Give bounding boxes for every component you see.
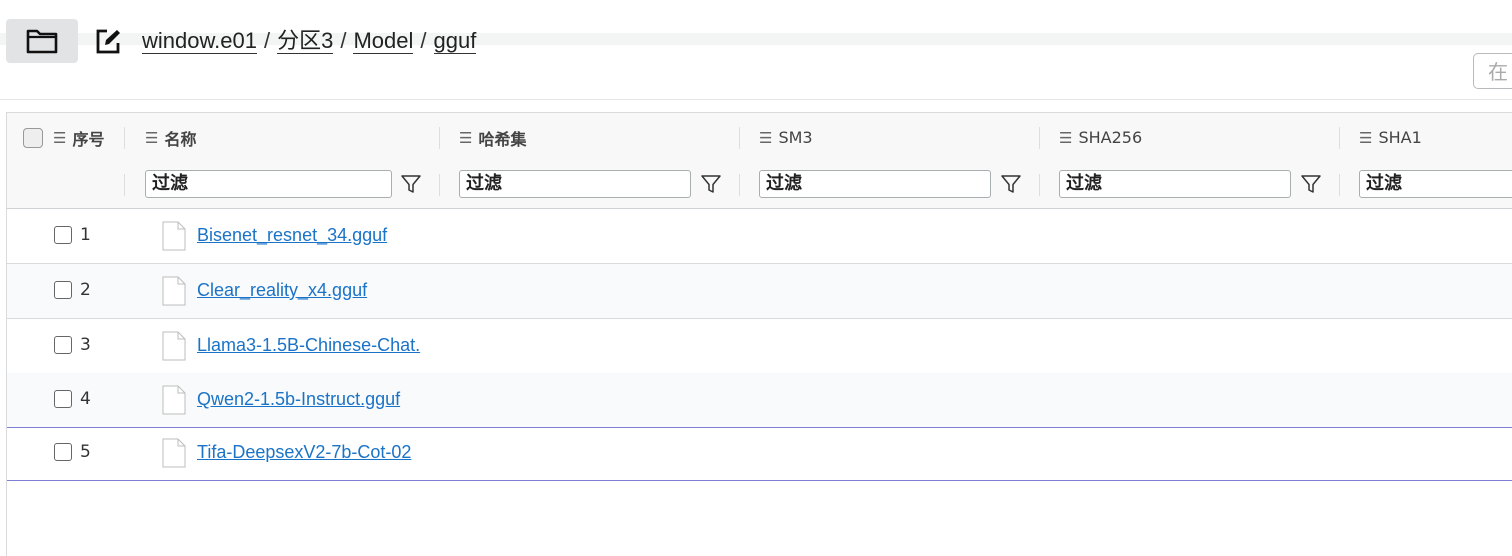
column-divider [1339,174,1340,196]
row-index-cell: 3 [54,335,91,355]
filter-cell-sha1: 过滤 [1359,170,1512,200]
filter-icon[interactable] [1299,172,1323,196]
breadcrumb-item-model[interactable]: Model [353,28,414,54]
folder-icon [26,29,58,54]
file-name-link[interactable]: Tifa-DeepsexV2-7b-Cot-02 [197,442,447,463]
filter-cell-name: 过滤 [145,170,425,200]
column-divider[interactable] [1339,127,1340,149]
column-header-label: SHA256 [1078,128,1143,147]
column-menu-icon: ☰ [145,128,159,147]
row-checkbox[interactable] [54,281,72,299]
edit-button[interactable] [90,24,126,60]
breadcrumb: window.e01 / 分区3 / Model / gguf [142,26,477,56]
column-menu-icon: ☰ [53,128,67,147]
row-checkbox[interactable] [54,443,72,461]
search-input[interactable]: 在 [1473,53,1512,89]
file-icon [162,385,186,415]
row-index: 1 [80,225,91,245]
row-index-cell: 4 [54,389,91,409]
column-header-index[interactable]: ☰ 序号 [53,113,104,162]
column-header-name[interactable]: ☰ 名称 [145,113,196,162]
column-header-hashset[interactable]: ☰ 哈希集 [459,113,526,162]
column-divider [124,174,125,196]
column-header-sha1[interactable]: ☰ SHA1 [1359,113,1422,162]
column-divider[interactable] [439,127,440,149]
column-header-label: SHA1 [1378,128,1422,147]
table-row[interactable]: 3 Llama3-1.5B-Chinese-Chat. [7,319,1512,374]
row-checkbox[interactable] [54,226,72,244]
breadcrumb-separator: / [263,28,271,53]
filter-icon[interactable] [699,172,723,196]
filter-cell-sm3: 过滤 [759,170,1029,200]
filter-input-sm3[interactable]: 过滤 [759,170,991,198]
file-name-link[interactable]: Llama3-1.5B-Chinese-Chat. [197,335,447,356]
column-divider [1039,174,1040,196]
breadcrumb-item-drive[interactable]: window.e01 [142,28,257,54]
column-menu-icon: ☰ [1359,128,1373,147]
file-name-link[interactable]: Bisenet_resnet_34.gguf [197,225,447,246]
column-header-sm3[interactable]: ☰ SM3 [759,113,813,162]
file-icon [162,276,186,306]
breadcrumb-item-gguf[interactable]: gguf [433,28,477,54]
column-header-label: 序号 [72,129,105,149]
column-header-label: 名称 [164,129,197,149]
edit-icon [96,29,120,54]
row-index: 3 [80,335,91,355]
filter-icon[interactable] [399,172,423,196]
breadcrumb-item-partition[interactable]: 分区3 [277,28,334,54]
column-divider[interactable] [1039,127,1040,149]
column-divider [439,174,440,196]
row-index-cell: 5 [54,442,91,462]
select-all-cell [23,113,43,162]
column-header-label: 哈希集 [478,129,527,149]
filter-input-name[interactable]: 过滤 [145,170,392,198]
breadcrumb-separator: / [340,28,347,53]
file-name-link[interactable]: Qwen2-1.5b-Instruct.gguf [197,389,447,410]
column-header-label: SM3 [778,128,813,147]
row-checkbox[interactable] [54,390,72,408]
select-all-checkbox[interactable] [23,127,43,148]
file-icon [162,438,186,468]
filter-input-sha1[interactable]: 过滤 [1359,170,1512,198]
file-icon [162,221,186,251]
filter-input-hashset[interactable]: 过滤 [459,170,691,198]
table-row[interactable]: 5 Tifa-DeepsexV2-7b-Cot-02 [7,426,1512,481]
file-grid: ☰ 序号 ☰ 名称 ☰ 哈希集 ☰ SM3 ☰ SHA256 ☰ SHA1 过滤… [6,112,1512,556]
filter-cell-sha256: 过滤 [1059,170,1329,200]
file-name-link[interactable]: Clear_reality_x4.gguf [197,280,447,301]
filter-cell-hashset: 过滤 [459,170,729,200]
table-row[interactable]: 1 Bisenet_resnet_34.gguf [7,209,1512,264]
column-divider[interactable] [739,127,740,149]
filter-row: 过滤 过滤 过滤 过滤 过滤 [7,162,1512,209]
row-index-cell: 2 [54,280,91,300]
column-menu-icon: ☰ [459,128,473,147]
column-divider[interactable] [124,127,125,149]
table-row[interactable]: 2 Clear_reality_x4.gguf [7,264,1512,319]
column-menu-icon: ☰ [1059,128,1073,147]
column-divider [739,174,740,196]
file-icon [162,331,186,361]
row-index: 4 [80,389,91,409]
filter-input-sha256[interactable]: 过滤 [1059,170,1291,198]
table-row[interactable]: 4 Qwen2-1.5b-Instruct.gguf [7,373,1512,428]
grid-header: ☰ 序号 ☰ 名称 ☰ 哈希集 ☰ SM3 ☰ SHA256 ☰ SHA1 [7,113,1512,163]
row-checkbox[interactable] [54,336,72,354]
column-menu-icon: ☰ [759,128,773,147]
row-index: 5 [80,442,91,462]
row-index: 2 [80,280,91,300]
breadcrumb-separator: / [420,28,427,53]
row-index-cell: 1 [54,225,91,245]
folder-button[interactable] [6,19,78,63]
column-header-sha256[interactable]: ☰ SHA256 [1059,113,1142,162]
filter-icon[interactable] [999,172,1023,196]
